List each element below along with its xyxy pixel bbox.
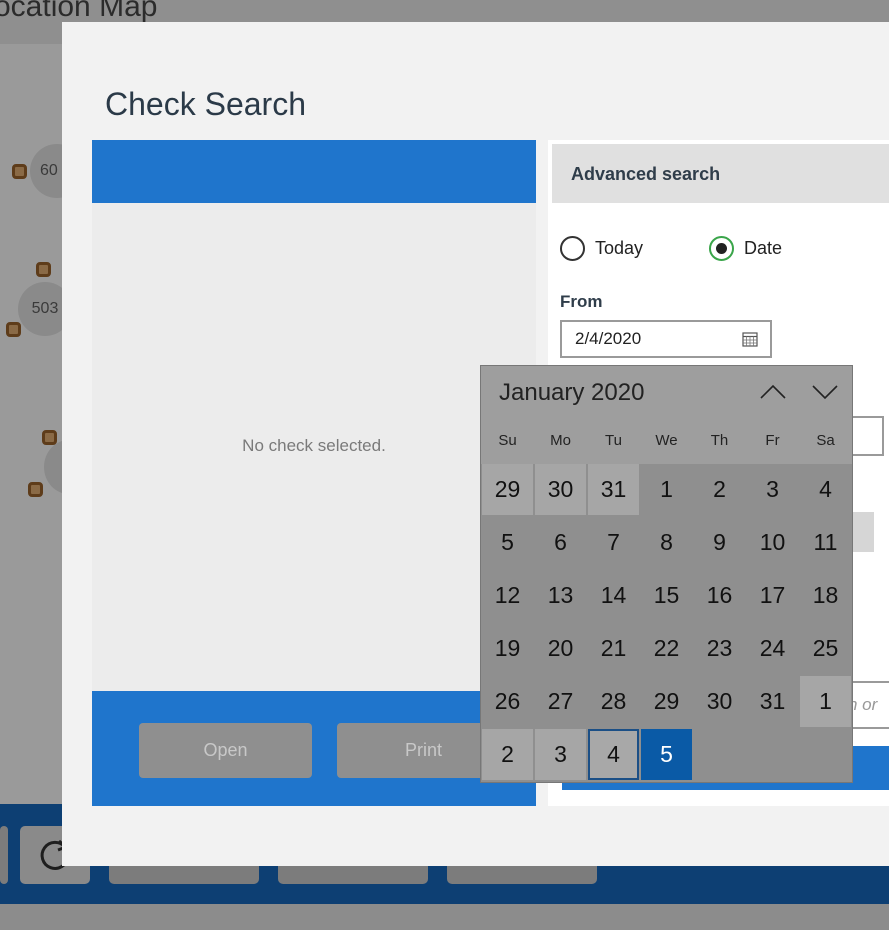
calendar-day[interactable]: 28 [588, 676, 639, 727]
calendar-day[interactable]: 15 [641, 570, 692, 621]
chair-icon [36, 262, 51, 277]
calendar-day[interactable]: 1 [641, 464, 692, 515]
radio-today-circle [560, 236, 585, 261]
weekday-header: Th [710, 432, 729, 449]
empty-state-text: No check selected. [242, 436, 386, 455]
calendar-day[interactable]: 4 [800, 464, 851, 515]
calendar-day[interactable]: 4 [588, 729, 639, 780]
radio-today-label: Today [595, 238, 644, 258]
calendar-day[interactable]: 14 [588, 570, 639, 621]
chevron-up-icon [760, 384, 786, 399]
calendar-day[interactable]: 16 [694, 570, 745, 621]
check-list-panel: No check selected. Open Print [92, 140, 536, 806]
status-strip [0, 904, 889, 930]
background-page-title: ocation Map [0, 0, 158, 23]
chair-icon [42, 430, 57, 445]
calendar-day[interactable]: 6 [535, 517, 586, 568]
calendar-day[interactable]: 30 [694, 676, 745, 727]
weekday-header: We [655, 432, 678, 449]
calendar-day[interactable]: 23 [694, 623, 745, 674]
calendar-day[interactable]: 11 [800, 517, 851, 568]
calendar-day[interactable]: 9 [694, 517, 745, 568]
calendar-day[interactable]: 22 [641, 623, 692, 674]
dialog-title: Check Search [105, 86, 306, 122]
calendar-day[interactable]: 7 [588, 517, 639, 568]
chair-icon [12, 164, 27, 179]
next-month-button[interactable] [810, 378, 840, 406]
weekday-header: Su [498, 432, 517, 449]
calendar-header: January 2020 [481, 366, 852, 464]
calendar-day[interactable]: 10 [747, 517, 798, 568]
calendar-day[interactable]: 29 [641, 676, 692, 727]
calendar-day[interactable]: 1 [800, 676, 851, 727]
calendar-day[interactable]: 5 [641, 729, 692, 780]
from-date-input[interactable]: 2/4/2020 [560, 320, 772, 358]
advanced-search-title: Advanced search [571, 164, 721, 184]
advanced-search-header[interactable]: Advanced search [552, 144, 889, 203]
from-date-value: 2/4/2020 [575, 329, 642, 348]
weekday-header: Tu [605, 432, 622, 449]
calendar-day[interactable]: 31 [588, 464, 639, 515]
date-picker-flyout: January 2020 29 30 31 1 2 3 4 5 6 7 8 9 10 11 12 13 14 15… [480, 365, 853, 783]
weekday-header: Mo [550, 432, 571, 449]
calendar-day[interactable]: 26 [482, 676, 533, 727]
calendar-day[interactable]: 3 [535, 729, 586, 780]
weekday-header: Fr [765, 432, 780, 449]
calendar-day[interactable]: 2 [694, 464, 745, 515]
radio-selected-dot [716, 243, 727, 254]
from-label: From [560, 292, 603, 311]
chair-icon [6, 322, 21, 337]
radio-today[interactable]: Today [560, 236, 643, 261]
calendar-day[interactable]: 31 [747, 676, 798, 727]
chevron-down-icon [812, 385, 838, 400]
previous-month-button[interactable] [758, 378, 788, 406]
check-list-header [92, 140, 536, 203]
calendar-day[interactable]: 20 [535, 623, 586, 674]
check-actions-bar: Open Print [92, 691, 536, 806]
chair-icon [28, 482, 43, 497]
radio-date[interactable]: Date [709, 236, 782, 261]
calendar-day[interactable]: 18 [800, 570, 851, 621]
calendar-day[interactable]: 24 [747, 623, 798, 674]
calendar-day[interactable]: 12 [482, 570, 533, 621]
calendar-day[interactable]: 29 [482, 464, 533, 515]
radio-date-circle [709, 236, 734, 261]
calendar-day[interactable]: 21 [588, 623, 639, 674]
radio-date-label: Date [744, 238, 783, 258]
calendar-day[interactable]: 19 [482, 623, 533, 674]
weekday-header: Sa [816, 432, 835, 449]
calendar-day[interactable]: 3 [747, 464, 798, 515]
open-button[interactable]: Open [139, 723, 312, 778]
calendar-day[interactable]: 25 [800, 623, 851, 674]
calendar-day[interactable]: 8 [641, 517, 692, 568]
toolbar-tile[interactable] [0, 826, 8, 884]
calendar-day[interactable]: 30 [535, 464, 586, 515]
calendar-day[interactable]: 13 [535, 570, 586, 621]
calendar-day[interactable]: 5 [482, 517, 533, 568]
calendar-icon[interactable] [742, 331, 758, 347]
calendar-day[interactable]: 17 [747, 570, 798, 621]
calendar-month-label[interactable]: January 2020 [499, 379, 644, 407]
calendar-day[interactable]: 27 [535, 676, 586, 727]
calendar-day[interactable]: 2 [482, 729, 533, 780]
